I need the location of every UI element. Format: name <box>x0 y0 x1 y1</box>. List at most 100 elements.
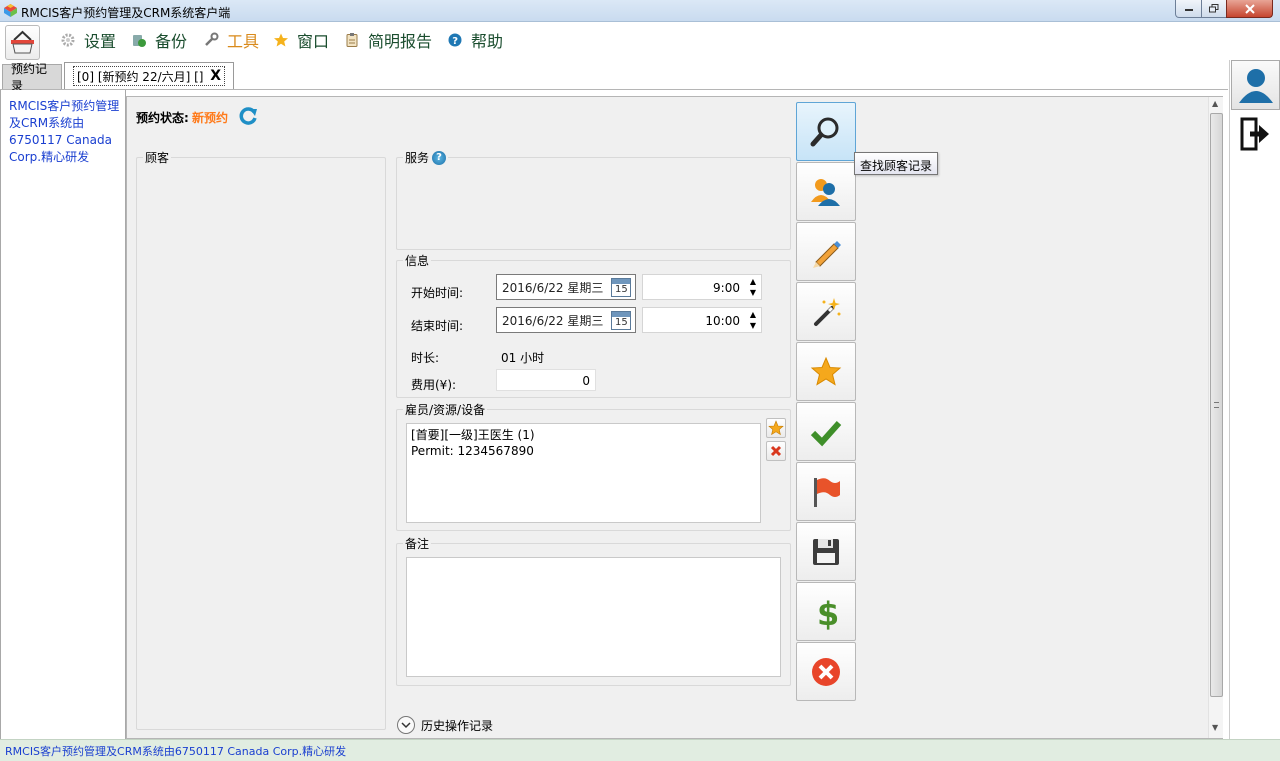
service-legend: 服务 ? <box>403 149 449 166</box>
menu-window-label: 窗口 <box>297 32 330 51</box>
right-sidebar <box>1229 60 1280 739</box>
logout-icon[interactable] <box>1240 117 1270 151</box>
minimize-icon <box>1184 8 1193 11</box>
menu-report-label: 简明报告 <box>368 32 433 51</box>
developer-credit-link[interactable]: RMCIS客户预约管理及CRM系统由6750117 Canada Corp.精心… <box>9 98 125 166</box>
chevron-down-icon <box>397 716 415 734</box>
gear-icon <box>61 33 75 47</box>
staff-legend: 雇员/资源/设备 <box>403 401 488 418</box>
menu-tools[interactable]: 工具 <box>203 30 260 51</box>
fee-value: 0 <box>582 374 590 388</box>
notes-group: 备注 <box>396 535 791 686</box>
notes-legend: 备注 <box>403 535 432 552</box>
menu-settings[interactable]: 设置 <box>60 30 117 51</box>
payment-button[interactable]: $ <box>796 582 856 641</box>
window-title: RMCIS客户预约管理及CRM系统客户端 <box>21 6 231 20</box>
end-date-picker[interactable]: 2016/6/22 星期三 15 <box>496 307 636 333</box>
staff-list[interactable]: [首要][一级]王医生 (1) Permit: 1234567890 <box>406 423 761 523</box>
start-time-value: 9:00 <box>713 281 740 295</box>
edit-button[interactable] <box>796 222 856 281</box>
magic-wand-icon <box>814 297 841 326</box>
remove-staff-button[interactable] <box>766 441 786 461</box>
status-value: 新预约 <box>192 111 229 125</box>
confirm-button[interactable] <box>796 402 856 461</box>
vertical-scrollbar[interactable]: ▲ ▼ <box>1208 97 1223 738</box>
status-bar: RMCIS客户预约管理及CRM系统由6750117 Canada Corp.精心… <box>0 739 1280 761</box>
menu-help[interactable]: ? 帮助 <box>447 30 504 51</box>
tab-appointment-records[interactable]: 预约记录 <box>2 62 62 93</box>
user-account-button[interactable] <box>1231 60 1280 110</box>
home-button[interactable] <box>5 25 40 60</box>
favorite-button[interactable] <box>796 342 856 401</box>
pencil-icon <box>813 240 841 268</box>
basket-icon <box>11 30 34 54</box>
svg-text:?: ? <box>452 36 458 47</box>
start-time-spin-arrows[interactable]: ▲ ▼ <box>747 276 759 298</box>
scrollbar-thumb[interactable] <box>1210 113 1223 697</box>
end-time-spin-arrows[interactable]: ▲ ▼ <box>747 309 759 331</box>
fee-input[interactable]: 0 <box>496 369 596 391</box>
checkmark-icon <box>810 420 842 446</box>
menu-tools-label: 工具 <box>227 32 260 51</box>
list-item: Permit: 1234567890 <box>411 444 534 458</box>
list-item[interactable]: [首要][一级]王医生 (1) <box>411 427 756 443</box>
info-legend: 信息 <box>403 252 432 269</box>
start-date-value: 2016/6/22 星期三 <box>502 281 604 295</box>
fee-label: 费用(¥): <box>411 378 457 392</box>
scroll-down-arrow[interactable]: ▼ <box>1212 723 1218 732</box>
info-group: 信息 开始时间: 2016/6/22 星期三 15 9:00 ▲ ▼ 结束时间: … <box>396 252 791 398</box>
customer-button[interactable] <box>796 162 856 221</box>
save-button[interactable] <box>796 522 856 581</box>
set-primary-staff-button[interactable] <box>766 418 786 438</box>
close-icon <box>1244 3 1255 14</box>
menu-settings-label: 设置 <box>84 32 117 51</box>
backup-icon <box>133 35 146 47</box>
staff-group: 雇员/资源/设备 [首要][一级]王医生 (1) Permit: 1234567… <box>396 401 791 531</box>
customer-group: 顾客 <box>136 149 386 730</box>
minimize-button[interactable] <box>1175 0 1202 18</box>
service-help-icon[interactable]: ? <box>432 150 447 165</box>
menu-report[interactable]: 简明报告 <box>344 30 433 51</box>
magnifier-icon <box>810 117 839 146</box>
end-date-value: 2016/6/22 星期三 <box>502 314 604 328</box>
star-icon <box>274 33 288 47</box>
user-icon <box>1238 69 1273 103</box>
menu-help-label: 帮助 <box>471 32 504 51</box>
calendar-day-number: 15 <box>615 317 628 328</box>
magic-button[interactable] <box>796 282 856 341</box>
customer-legend: 顾客 <box>143 149 172 166</box>
service-legend-label: 服务 <box>405 151 430 165</box>
person-icon <box>811 178 840 206</box>
appointment-editor: 预约状态: 新预约 顾客 服务 ? 信息 开始时间: 2016/6/22 星期三… <box>126 96 1223 739</box>
find-customer-button[interactable] <box>796 102 856 161</box>
left-panel: RMCIS客户预约管理及CRM系统由6750117 Canada Corp.精心… <box>0 90 126 739</box>
menu-bar: 设置 备份 工具 窗口 简明报告 ? 帮助 <box>0 22 1280 60</box>
tooltip: 查找顾客记录 <box>854 152 938 175</box>
calendar-icon[interactable]: 15 <box>611 311 631 330</box>
history-label: 历史操作记录 <box>421 718 494 733</box>
calendar-day-number: 15 <box>615 284 628 295</box>
start-date-picker[interactable]: 2016/6/22 星期三 15 <box>496 274 636 300</box>
flag-button[interactable] <box>796 462 856 521</box>
refresh-icon[interactable] <box>237 105 259 127</box>
tab-focus-box: [0] [新预约 22/六月] [] X <box>73 66 225 86</box>
history-toggle[interactable]: 历史操作记录 <box>397 716 493 734</box>
notes-textarea[interactable] <box>406 557 781 677</box>
calendar-icon[interactable]: 15 <box>611 278 631 297</box>
flag-icon <box>814 477 840 507</box>
end-time-spinner[interactable]: 10:00 ▲ ▼ <box>642 307 762 333</box>
menu-backup[interactable]: 备份 <box>131 30 187 51</box>
duration-label: 时长: <box>411 351 440 365</box>
app-logo-icon <box>4 4 17 17</box>
tab-new-appointment[interactable]: [0] [新预约 22/六月] [] X <box>64 62 234 89</box>
cancel-button[interactable] <box>796 642 856 701</box>
tab-close-button[interactable]: X <box>210 68 221 84</box>
maximize-button[interactable] <box>1201 0 1227 18</box>
start-time-spinner[interactable]: 9:00 ▲ ▼ <box>642 274 762 300</box>
close-window-button[interactable] <box>1226 0 1273 18</box>
tab-appointment-records-label: 预约记录 <box>11 62 48 93</box>
duration-value: 01 小时 <box>501 351 545 365</box>
menu-window[interactable]: 窗口 <box>273 30 330 51</box>
star-icon <box>810 356 842 386</box>
scroll-up-arrow[interactable]: ▲ <box>1212 99 1218 108</box>
